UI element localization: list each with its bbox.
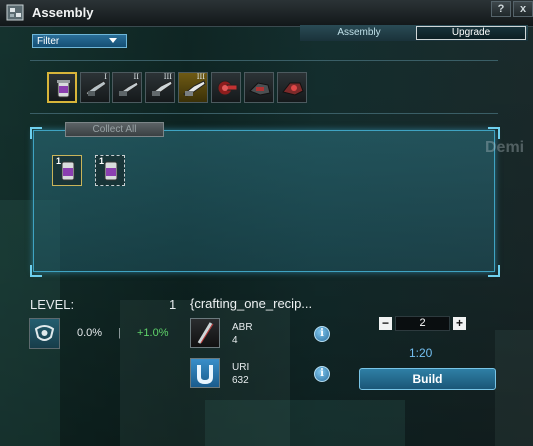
- turret-icon: [183, 80, 206, 97]
- ship-icon: [249, 82, 271, 96]
- material-quantity: 632: [232, 375, 249, 386]
- scenery-block: [495, 330, 533, 446]
- turret-icon: [150, 80, 173, 97]
- category-ship[interactable]: [244, 72, 274, 103]
- filter-label: Filter: [37, 36, 60, 47]
- material-name: URI: [232, 362, 250, 373]
- material-name: ABR: [232, 322, 253, 333]
- assembly-icon: [6, 4, 24, 21]
- tab-upgrade[interactable]: Upgrade: [416, 26, 526, 40]
- category-turret-tier-2[interactable]: II: [112, 72, 142, 103]
- recipe-title: {crafting_one_recip...: [190, 296, 313, 311]
- level-shield-icon: [29, 318, 60, 349]
- window-title: Assembly: [32, 5, 94, 20]
- info-icon[interactable]: i: [314, 366, 330, 382]
- level-gain: +1.0%: [137, 327, 169, 339]
- panel-corner: [30, 265, 42, 277]
- collection-panel: [33, 130, 495, 272]
- assembly-slot[interactable]: 1: [95, 155, 125, 186]
- red-device-icon: [217, 80, 238, 96]
- canister-icon: [61, 161, 75, 181]
- turret-icon: [85, 80, 107, 97]
- category-turret-tier-1[interactable]: I: [80, 72, 110, 103]
- level-progress: 0.0%: [77, 327, 103, 339]
- chevron-down-icon: [109, 38, 117, 43]
- help-button[interactable]: ?: [491, 1, 511, 17]
- category-turret-highlight[interactable]: III: [178, 72, 208, 103]
- panel-corner: [488, 127, 500, 139]
- build-button[interactable]: Build: [359, 368, 496, 390]
- category-red-device[interactable]: [211, 72, 241, 103]
- level-label: LEVEL:: [30, 297, 75, 312]
- scenery-block: [205, 400, 405, 446]
- build-time: 1:20: [409, 346, 433, 360]
- close-button[interactable]: x: [513, 1, 533, 17]
- turret-icon: [117, 81, 139, 97]
- info-icon[interactable]: i: [314, 326, 330, 342]
- category-canister[interactable]: [47, 72, 77, 103]
- canister-icon: [57, 80, 70, 98]
- rod-icon: [190, 318, 220, 348]
- material-quantity: 4: [232, 335, 238, 346]
- panel-corner: [30, 127, 42, 139]
- red-ship-icon: [282, 82, 304, 96]
- quantity-stepper[interactable]: 2: [395, 316, 450, 331]
- category-red-ship[interactable]: [277, 72, 307, 103]
- category-turret-tier-3[interactable]: III: [145, 72, 175, 103]
- collect-all-button[interactable]: Collect All: [65, 122, 164, 137]
- assembly-slot[interactable]: 1: [52, 155, 82, 186]
- divider: [30, 113, 498, 114]
- increase-button[interactable]: +: [453, 317, 466, 330]
- canister-icon: [104, 161, 118, 181]
- tab-assembly[interactable]: Assembly: [318, 26, 400, 40]
- panel-corner: [488, 265, 500, 277]
- decrease-button[interactable]: −: [379, 317, 392, 330]
- uri-resource-icon: [190, 358, 220, 388]
- level-value: 1: [169, 297, 177, 312]
- divider: [30, 60, 498, 61]
- level-separator: |: [118, 327, 121, 339]
- background-text: Demi: [485, 139, 525, 156]
